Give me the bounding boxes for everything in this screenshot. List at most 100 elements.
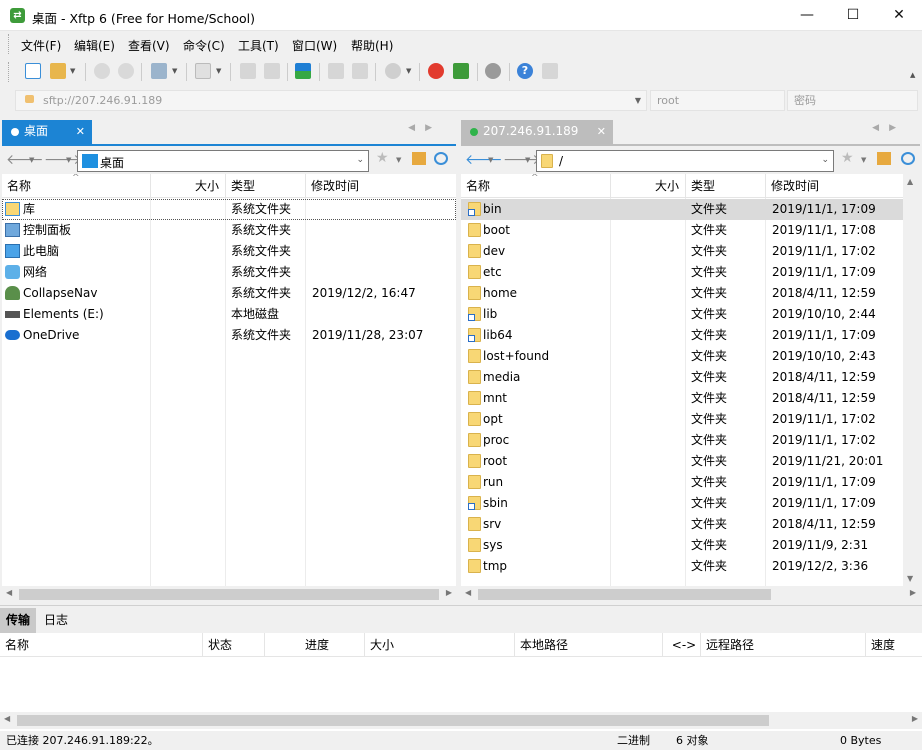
list-item[interactable]: sbin 文件夹 2019/11/1, 17:09 — [461, 493, 903, 514]
path-dropdown-icon[interactable]: ⌄ — [356, 155, 364, 165]
list-item[interactable]: etc 文件夹 2019/11/1, 17:09 — [461, 262, 903, 283]
tab-scroll-arrows-icon[interactable]: ◀▶ — [872, 123, 906, 133]
forward-dropdown-icon[interactable]: ▼ — [66, 156, 71, 164]
remote-horizontal-scrollbar[interactable]: ◀ ▶ — [461, 586, 920, 603]
refresh-icon[interactable] — [434, 152, 448, 165]
remote-vertical-scrollbar[interactable]: ▲ ▼ — [903, 174, 920, 586]
tab-close-icon[interactable]: ✕ — [597, 120, 606, 143]
menu-edit[interactable]: 编辑(E) — [74, 37, 115, 54]
back-arrow-icon[interactable]: 🡐 — [465, 151, 503, 168]
chat-icon[interactable] — [542, 63, 558, 79]
scroll-up-icon[interactable]: ▲ — [907, 177, 913, 186]
menu-window[interactable]: 窗口(W) — [292, 37, 337, 54]
col-local-path[interactable]: 本地路径 — [514, 633, 662, 657]
parent-folder-icon[interactable] — [412, 152, 426, 165]
scroll-thumb[interactable] — [19, 589, 439, 600]
toolbar-overflow-icon[interactable]: ▲ — [910, 71, 915, 79]
scroll-down-icon[interactable]: ▼ — [907, 574, 913, 583]
col-modified[interactable]: 修改时间 — [765, 174, 903, 198]
menu-file[interactable]: 文件(F) — [21, 37, 61, 54]
open-dropdown-icon[interactable]: ▼ — [70, 67, 75, 75]
bookmark-star-icon[interactable]: ★ — [841, 150, 854, 166]
terminal-dropdown-icon[interactable]: ▼ — [216, 67, 221, 75]
list-item[interactable]: Elements (E:) 本地磁盘 — [2, 304, 456, 325]
local-path-input[interactable]: 桌面 ⌄ — [77, 150, 369, 172]
back-dropdown-icon[interactable]: ▼ — [29, 156, 34, 164]
xftp-icon[interactable] — [453, 63, 469, 79]
col-remote-path[interactable]: 远程路径 — [700, 633, 865, 657]
connect-icon[interactable] — [94, 63, 110, 79]
close-button[interactable]: ✕ — [876, 0, 922, 31]
list-item[interactable]: 此电脑 系统文件夹 — [2, 241, 456, 262]
list-item[interactable]: OneDrive 系统文件夹 2019/11/28, 23:07 — [2, 325, 456, 346]
list-item[interactable]: lost+found 文件夹 2019/10/10, 2:43 — [461, 346, 903, 367]
list-item[interactable]: tmp 文件夹 2019/12/2, 3:36 — [461, 556, 903, 577]
scroll-right-icon[interactable]: ▶ — [910, 588, 916, 597]
col-type[interactable]: 类型 — [685, 174, 765, 198]
password-input[interactable]: 密码 — [787, 90, 918, 111]
col-name[interactable]: 名称 ^ — [2, 174, 150, 198]
list-item[interactable]: bin 文件夹 2019/11/1, 17:09 — [461, 199, 903, 220]
properties-icon[interactable] — [151, 63, 167, 79]
col-type[interactable]: 类型 — [225, 174, 305, 198]
stop-dropdown-icon[interactable]: ▼ — [406, 67, 411, 75]
upload-icon[interactable] — [264, 63, 280, 79]
list-item[interactable]: srv 文件夹 2018/4/11, 12:59 — [461, 514, 903, 535]
scroll-left-icon[interactable]: ◀ — [465, 588, 471, 597]
tab-remote-session[interactable]: 207.246.91.189 ✕ — [461, 120, 613, 144]
bookmark-dropdown-icon[interactable]: ▼ — [861, 156, 866, 164]
scroll-left-icon[interactable]: ◀ — [4, 714, 10, 723]
menu-view[interactable]: 查看(V) — [128, 37, 170, 54]
open-folder-icon[interactable] — [50, 63, 66, 79]
list-item[interactable]: 控制面板 系统文件夹 — [2, 220, 456, 241]
list-item[interactable]: dev 文件夹 2019/11/1, 17:02 — [461, 241, 903, 262]
new-session-icon[interactable] — [25, 63, 41, 79]
col-size[interactable]: 大小 — [610, 174, 685, 198]
copy-icon[interactable] — [328, 63, 344, 79]
remote-path-input[interactable]: / ⌄ — [536, 150, 834, 172]
help-icon[interactable]: ? — [517, 63, 533, 79]
terminal-icon[interactable] — [195, 63, 211, 79]
list-item[interactable]: home 文件夹 2018/4/11, 12:59 — [461, 283, 903, 304]
forward-arrow-icon[interactable]: 🡒 — [503, 151, 541, 168]
tab-scroll-arrows-icon[interactable]: ◀▶ — [408, 123, 442, 133]
tab-local-desktop[interactable]: 桌面 ✕ — [2, 120, 92, 144]
list-item[interactable]: proc 文件夹 2019/11/1, 17:02 — [461, 430, 903, 451]
paste-icon[interactable] — [352, 63, 368, 79]
forward-arrow-icon[interactable]: 🡒 — [44, 151, 82, 168]
bookmark-star-icon[interactable]: ★ — [376, 150, 389, 166]
col-speed[interactable]: 速度 — [865, 633, 922, 657]
scroll-thumb[interactable] — [478, 589, 771, 600]
list-item[interactable]: media 文件夹 2018/4/11, 12:59 — [461, 367, 903, 388]
list-item[interactable]: root 文件夹 2019/11/21, 20:01 — [461, 451, 903, 472]
col-size[interactable]: 大小 — [150, 174, 225, 198]
list-item[interactable]: lib 文件夹 2019/10/10, 2:44 — [461, 304, 903, 325]
col-transfer-size[interactable]: 大小 — [364, 633, 514, 657]
maximize-button[interactable]: ☐ — [830, 0, 876, 31]
col-name[interactable]: 名称 ^ — [461, 174, 610, 198]
menu-tools[interactable]: 工具(T) — [238, 37, 279, 54]
local-horizontal-scrollbar[interactable]: ◀ ▶ — [2, 586, 456, 603]
list-item[interactable]: 库 系统文件夹 — [2, 199, 456, 220]
scroll-right-icon[interactable]: ▶ — [446, 588, 452, 597]
list-item[interactable]: CollapseNav 系统文件夹 2019/12/2, 16:47 — [2, 283, 456, 304]
settings-gear-icon[interactable] — [485, 63, 501, 79]
scroll-thumb[interactable] — [17, 715, 769, 726]
host-dropdown-icon[interactable]: ▼ — [635, 91, 641, 110]
menu-command[interactable]: 命令(C) — [183, 37, 225, 54]
parent-folder-icon[interactable] — [877, 152, 891, 165]
list-item[interactable]: lib64 文件夹 2019/11/1, 17:09 — [461, 325, 903, 346]
list-item[interactable]: opt 文件夹 2019/11/1, 17:02 — [461, 409, 903, 430]
sync-icon[interactable] — [295, 63, 311, 79]
refresh-icon[interactable] — [901, 152, 915, 165]
bookmark-dropdown-icon[interactable]: ▼ — [396, 156, 401, 164]
back-dropdown-icon[interactable]: ▼ — [488, 156, 493, 164]
disconnect-icon[interactable] — [118, 63, 134, 79]
scroll-right-icon[interactable]: ▶ — [912, 714, 918, 723]
col-transfer-status[interactable]: 状态 — [202, 633, 264, 657]
minimize-button[interactable]: — — [784, 0, 830, 31]
properties-dropdown-icon[interactable]: ▼ — [172, 67, 177, 75]
col-transfer-progress[interactable]: 进度 — [264, 633, 364, 657]
path-dropdown-icon[interactable]: ⌄ — [821, 155, 829, 165]
list-item[interactable]: sys 文件夹 2019/11/9, 2:31 — [461, 535, 903, 556]
